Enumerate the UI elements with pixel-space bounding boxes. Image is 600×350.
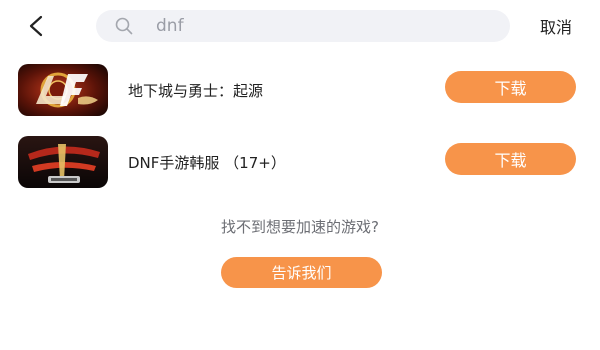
search-bar[interactable] [96,10,510,42]
game-icon-dnf-origin [18,64,108,116]
search-input[interactable] [154,15,478,37]
game-name: DNF手游韩服 （17+） [128,154,286,172]
search-icon [114,16,134,36]
game-result-row[interactable]: 地下城与勇士：起源 下载 [0,58,600,120]
back-button[interactable] [22,12,50,40]
download-button[interactable]: 下载 [445,143,576,175]
not-found-hint: 找不到想要加速的游戏? [221,218,379,236]
tell-us-button[interactable]: 告诉我们 [221,257,382,288]
game-name: 地下城与勇士：起源 [128,82,264,100]
chevron-left-icon [29,15,43,37]
game-icon-dnf-mobile [18,136,108,188]
game-result-row[interactable]: DNF手游韩服 （17+） 下载 [0,130,600,192]
download-button[interactable]: 下载 [445,71,576,103]
cancel-button[interactable]: 取消 [540,14,572,38]
